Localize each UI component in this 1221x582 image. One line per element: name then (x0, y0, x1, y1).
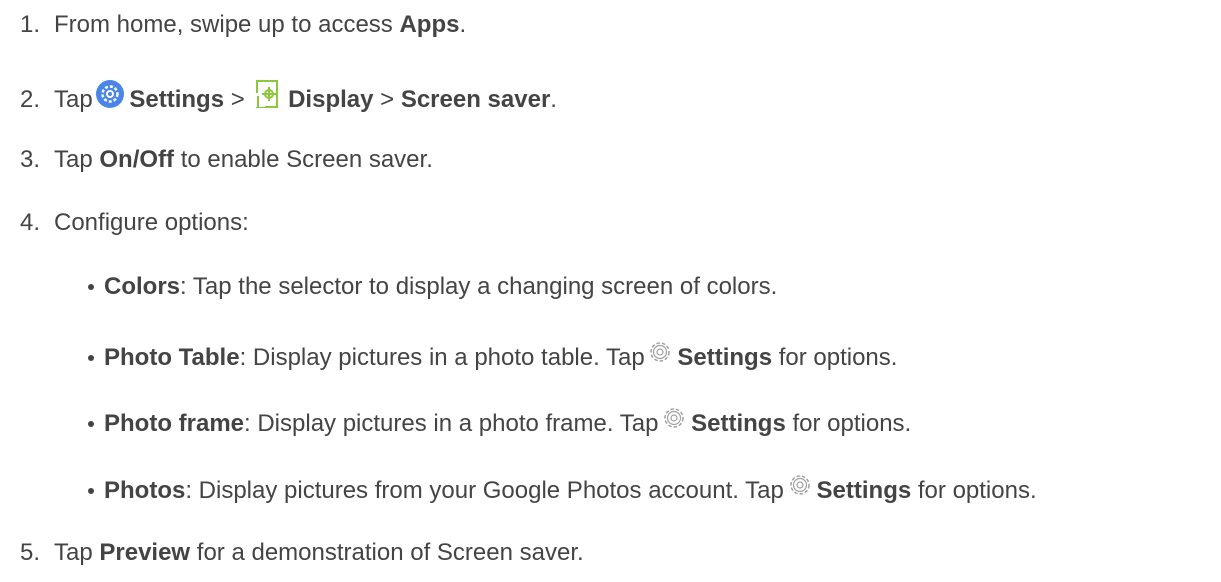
settings-app-icon (95, 79, 125, 117)
step-bold: Apps (399, 11, 460, 38)
option-photos: Photos: Display pictures from your Googl… (88, 472, 1037, 506)
option-colors: Colors: Tap the selector to display a ch… (88, 272, 777, 302)
step-text: Tap (54, 539, 100, 566)
option-title: Photo frame (104, 410, 245, 437)
step-2: 2. Tap Settings > Display > Screen saver. (20, 79, 557, 117)
option-text: : Display pictures in a photo frame. Tap (244, 410, 666, 437)
step-text: . (459, 11, 467, 38)
option-text: for options. (785, 410, 912, 437)
gear-outline-icon (647, 339, 673, 373)
option-text: for options. (911, 477, 1037, 504)
bullet-dot (88, 283, 94, 290)
step-1: 1. From home, swipe up to access Apps. (20, 10, 466, 40)
step-bold: Screen saver (400, 86, 551, 113)
display-icon (254, 79, 284, 117)
bullet-dot (88, 354, 94, 361)
bullet-dot (88, 487, 94, 494)
step-separator: > (373, 86, 401, 113)
bullet-dot (88, 420, 94, 427)
option-text: : Display pictures from your Google Phot… (185, 477, 791, 504)
step-bold: Preview (99, 539, 191, 566)
option-bold: Settings (816, 477, 912, 504)
step-number: 3. (20, 146, 41, 173)
option-text: : Tap the selector to display a changing… (180, 273, 778, 300)
step-text: for a demonstration of Screen saver. (190, 539, 584, 566)
gear-outline-icon (787, 472, 813, 506)
step-text: Configure options: (54, 209, 249, 236)
step-number: 1. (20, 11, 41, 38)
step-separator: > (224, 86, 252, 113)
step-4: 4. Configure options: (20, 208, 249, 238)
step-text: to enable Screen saver. (174, 146, 433, 173)
step-text: From home, swipe up to access (54, 11, 400, 38)
step-text: . (550, 86, 557, 113)
option-text: for options. (772, 344, 898, 371)
option-bold: Settings (691, 410, 786, 437)
step-text: Tap (54, 86, 100, 113)
gear-outline-icon (661, 405, 687, 439)
step-3: 3. Tap On/Off to enable Screen saver. (20, 145, 433, 175)
option-title: Photo Table (104, 344, 240, 371)
option-title: Colors (104, 273, 181, 300)
step-text: Tap (54, 146, 100, 173)
step-5: 5. Tap Preview for a demonstration of Scr… (20, 538, 584, 568)
step-bold: Settings (129, 86, 225, 113)
step-number: 2. (20, 86, 41, 113)
option-title: Photos (104, 477, 186, 504)
step-bold: On/Off (99, 146, 175, 173)
step-bold: Display (288, 86, 374, 113)
option-text: : Display pictures in a photo table. Tap (239, 344, 652, 371)
option-photo-frame: Photo frame: Display pictures in a photo… (88, 405, 911, 439)
option-photo-table: Photo Table: Display pictures in a photo… (88, 339, 897, 373)
step-number: 5. (20, 539, 41, 566)
step-number: 4. (20, 209, 41, 236)
option-bold: Settings (677, 344, 773, 371)
